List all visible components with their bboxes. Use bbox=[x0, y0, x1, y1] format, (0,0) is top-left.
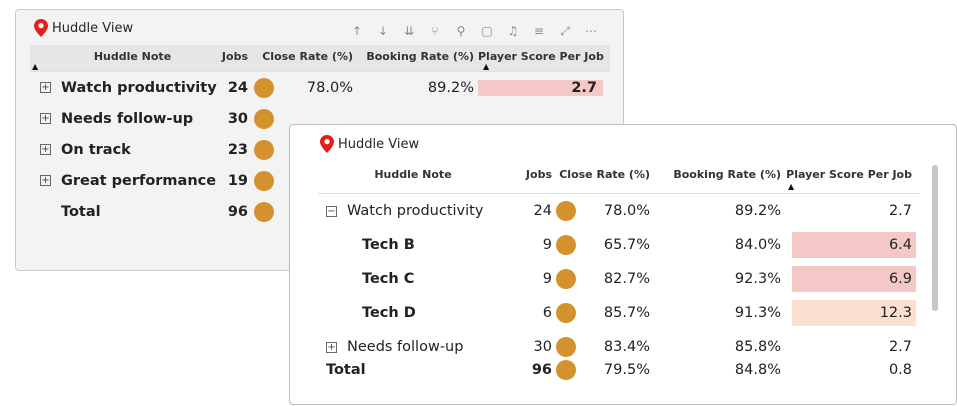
pin-icon[interactable]: ⚲ bbox=[454, 24, 468, 39]
status-dot-icon bbox=[254, 108, 274, 129]
status-dot-icon bbox=[254, 170, 274, 191]
status-dot-icon bbox=[254, 139, 274, 160]
status-dot-icon bbox=[556, 303, 576, 323]
table-row: Tech C 9 82.7% 92.3% 6.9 bbox=[318, 262, 920, 296]
focus-mode-icon[interactable]: ⤢ bbox=[558, 24, 572, 39]
table-row: − Watch productivity 24 78.0% 89.2% 2.7 bbox=[326, 201, 912, 221]
huddle-view-visual-front: Huddle View Huddle Note Jobs Close Rate … bbox=[289, 124, 957, 405]
header-booking-rate[interactable]: Booking Rate (%) bbox=[353, 45, 478, 63]
matrix-table: Huddle Note Jobs Close Rate (%) Booking … bbox=[318, 163, 920, 382]
table-row: Tech D 6 85.7% 91.3% 12.3 bbox=[318, 296, 920, 330]
drill-down-icon[interactable]: ⑂ bbox=[428, 24, 442, 39]
header-player-score[interactable]: Player Score Per Job bbox=[478, 45, 604, 63]
status-dot-icon bbox=[556, 337, 576, 357]
status-dot-icon bbox=[556, 360, 576, 380]
header-jobs[interactable]: Jobs bbox=[200, 45, 248, 63]
header-row: Huddle Note Jobs Close Rate (%) Booking … bbox=[318, 163, 920, 194]
sort-indicator-icon: ▲ bbox=[483, 62, 490, 71]
sort-ascending-icon[interactable]: ↑ bbox=[350, 24, 364, 39]
visual-title-text: Huddle View bbox=[338, 136, 420, 152]
visual-title: Huddle View bbox=[320, 135, 419, 153]
expand-icon[interactable]: + bbox=[40, 175, 51, 186]
header-player-score[interactable]: Player Score Per Job bbox=[781, 163, 916, 181]
visual-title-text: Huddle View bbox=[52, 20, 134, 36]
header-booking-rate[interactable]: Booking Rate (%) bbox=[650, 163, 781, 181]
status-dot-icon bbox=[254, 77, 274, 98]
filter-icon[interactable]: ≡ bbox=[532, 24, 546, 39]
table-row: Tech B 9 65.7% 84.0% 6.4 bbox=[318, 228, 920, 262]
expand-all-icon[interactable]: ⇊ bbox=[402, 24, 416, 39]
expand-icon[interactable]: + bbox=[40, 144, 51, 155]
vertical-scrollbar[interactable] bbox=[932, 165, 938, 311]
copy-icon[interactable]: ▢ bbox=[480, 24, 494, 39]
status-dot-icon bbox=[556, 269, 576, 289]
location-pin-icon bbox=[34, 19, 48, 37]
sort-indicator-icon: ▲ bbox=[788, 182, 795, 191]
header-close-rate[interactable]: Close Rate (%) bbox=[248, 45, 353, 63]
sort-indicator-icon: ▲ bbox=[32, 62, 39, 71]
expand-icon[interactable]: + bbox=[40, 82, 51, 93]
more-options-icon[interactable]: ⋯ bbox=[584, 24, 598, 39]
expand-icon[interactable]: + bbox=[326, 341, 337, 353]
header-huddle-note[interactable]: Huddle Note bbox=[30, 45, 200, 63]
header-huddle-note[interactable]: Huddle Note bbox=[318, 163, 508, 181]
visual-toolbar: ↑ ↓ ⇊ ⑂ ⚲ ▢ ♫ ≡ ⤢ ⋯ bbox=[350, 24, 598, 39]
total-row: Total 96 79.5% 84.8% 0.8 bbox=[326, 360, 912, 380]
header-jobs[interactable]: Jobs bbox=[508, 163, 552, 181]
visual-title: Huddle View bbox=[34, 19, 133, 37]
status-dot-icon bbox=[556, 235, 576, 255]
sort-descending-icon[interactable]: ↓ bbox=[376, 24, 390, 39]
status-dot-icon bbox=[556, 201, 576, 221]
location-pin-icon bbox=[320, 135, 334, 153]
alert-icon[interactable]: ♫ bbox=[506, 24, 520, 39]
expand-icon[interactable]: + bbox=[40, 113, 51, 124]
status-dot-icon bbox=[254, 201, 274, 222]
table-row: + Watch productivity 24 78.0% 89.2% 2.7 bbox=[30, 72, 610, 103]
header-row: Huddle Note Jobs Close Rate (%) Booking … bbox=[30, 45, 610, 72]
collapse-icon[interactable]: − bbox=[326, 205, 337, 217]
header-close-rate[interactable]: Close Rate (%) bbox=[552, 163, 650, 181]
